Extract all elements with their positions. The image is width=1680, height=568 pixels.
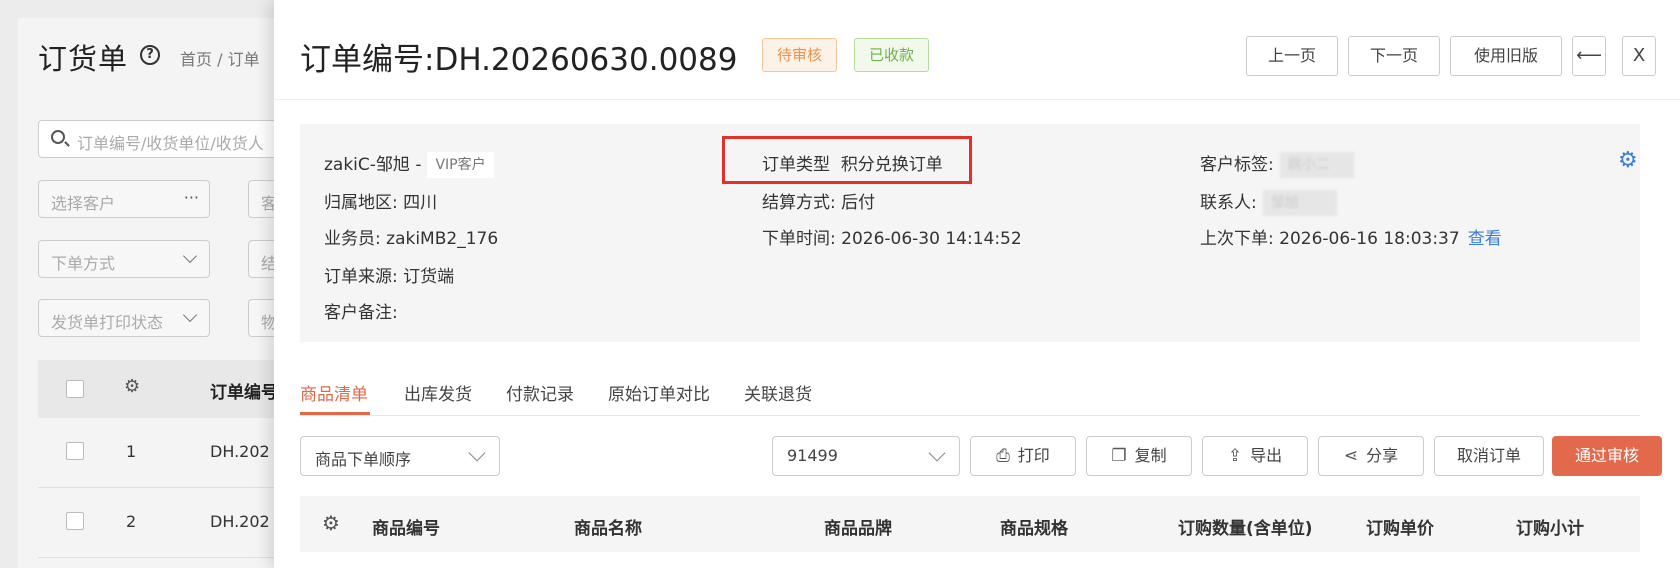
warehouse-select[interactable]: 91499: [772, 436, 960, 476]
use-old-version-button[interactable]: 使用旧版: [1450, 36, 1562, 76]
export-button[interactable]: ⇪ 导出: [1202, 436, 1308, 476]
cancel-order-button[interactable]: 取消订单: [1434, 436, 1544, 476]
table-row[interactable]: 1 DH.202: [38, 418, 298, 488]
chevron-down-icon: [182, 307, 198, 323]
print-button[interactable]: ⎙ 打印: [970, 436, 1076, 476]
collapse-icon[interactable]: ⟵: [1572, 36, 1606, 76]
copy-icon: ❐: [1111, 446, 1127, 466]
column-unit-price: 订购单价: [1366, 519, 1434, 539]
customer-level-badge: VIP客户: [427, 152, 494, 178]
next-page-button[interactable]: 下一页: [1348, 36, 1440, 76]
share-button[interactable]: ⋖ 分享: [1318, 436, 1424, 476]
printer-icon: ⎙: [996, 446, 1010, 466]
share-icon: ⋖: [1343, 446, 1359, 466]
table-header: ⚙ 订单编号: [38, 360, 298, 418]
close-icon[interactable]: X: [1622, 36, 1656, 76]
row-checkbox[interactable]: [66, 512, 84, 530]
gear-icon[interactable]: ⚙: [124, 376, 140, 397]
approve-button[interactable]: 通过审核: [1552, 436, 1662, 476]
chevron-down-icon: [928, 444, 946, 462]
customer-name: zakiC-邹旭 - VIP客户: [324, 150, 494, 178]
product-table-header: ⚙ 商品编号 商品名称 商品品牌 商品规格 订购数量(含单位) 订购单价 订购小…: [300, 496, 1640, 552]
row-checkbox[interactable]: [66, 442, 84, 460]
customer-tag-value: 跳小二: [1279, 152, 1354, 178]
table-row[interactable]: 2 DH.202: [38, 488, 298, 558]
column-subtotal: 订购小计: [1516, 519, 1584, 539]
row-index: 1: [126, 442, 137, 461]
contact-person: 联系人: 邹旭: [1200, 188, 1337, 216]
print-status-select[interactable]: 发货单打印状态: [38, 299, 210, 337]
settlement-method: 结算方式: 后付: [762, 193, 876, 213]
column-settings-gear-icon[interactable]: ⚙: [322, 511, 340, 535]
tab-outbound-shipping[interactable]: 出库发货: [404, 380, 472, 405]
column-product-brand: 商品品牌: [824, 519, 892, 539]
row-index: 2: [126, 512, 137, 531]
chevron-down-icon: [468, 444, 486, 462]
status-badge-pending: 待审核: [762, 38, 838, 72]
order-method-select[interactable]: 下单方式: [38, 240, 210, 278]
contact-person-value: 邹旭: [1262, 190, 1337, 216]
column-product-spec: 商品规格: [1000, 519, 1068, 539]
order-detail-drawer: 订单编号:DH.20260630.0089 待审核 已收款 上一页 下一页 使用…: [274, 0, 1680, 568]
status-badge-paid: 已收款: [854, 38, 930, 72]
search-icon: [51, 130, 65, 144]
prev-page-button[interactable]: 上一页: [1246, 36, 1338, 76]
row-order-no[interactable]: DH.202: [210, 512, 270, 531]
sort-order-select[interactable]: 商品下单顺序: [300, 436, 500, 476]
settings-gear-icon[interactable]: ⚙: [1618, 148, 1638, 173]
more-icon[interactable]: ···: [184, 188, 199, 207]
copy-button[interactable]: ❐ 复制: [1086, 436, 1192, 476]
column-product-code: 商品编号: [372, 519, 440, 539]
upload-icon: ⇪: [1227, 446, 1243, 466]
column-product-name: 商品名称: [574, 519, 642, 539]
column-order-quantity: 订购数量(含单位): [1178, 519, 1313, 539]
customer-select[interactable]: 选择客户 ···: [38, 180, 210, 218]
tab-related-returns[interactable]: 关联退货: [744, 380, 812, 405]
order-time: 下单时间: 2026-06-30 14:14:52: [762, 229, 1022, 249]
view-link[interactable]: 查看: [1468, 229, 1502, 249]
column-order-no: 订单编号: [210, 383, 278, 403]
customer-remark: 客户备注:: [324, 303, 398, 323]
help-icon[interactable]: ?: [140, 45, 160, 65]
drawer-header: 订单编号:DH.20260630.0089 待审核 已收款 上一页 下一页 使用…: [274, 0, 1680, 100]
tab-payment-records[interactable]: 付款记录: [506, 380, 574, 405]
page-title: 订货单: [38, 42, 129, 76]
active-tab-indicator: [300, 412, 370, 415]
salesperson: 业务员: zakiMB2_176: [324, 229, 499, 249]
breadcrumb[interactable]: 首页 / 订单: [180, 46, 260, 70]
tab-product-list[interactable]: 商品清单: [300, 380, 368, 405]
chevron-down-icon: [182, 248, 198, 264]
order-source: 订单来源: 订货端: [324, 267, 455, 287]
customer-tag: 客户标签: 跳小二: [1200, 150, 1354, 178]
region: 归属地区: 四川: [324, 193, 438, 213]
search-placeholder: 订单编号/收货单位/收货人: [77, 134, 264, 153]
last-order: 上次下单: 2026-06-16 18:03:37 查看: [1200, 229, 1502, 249]
row-order-no[interactable]: DH.202: [210, 442, 270, 461]
select-all-checkbox[interactable]: [66, 380, 84, 398]
search-input[interactable]: 订单编号/收货单位/收货人: [38, 120, 288, 158]
order-number-title: 订单编号:DH.20260630.0089: [300, 42, 738, 78]
detail-tabs: 商品清单 出库发货 付款记录 原始订单对比 关联退货: [300, 368, 1640, 416]
order-type-highlight: [722, 136, 972, 184]
tab-original-order-compare[interactable]: 原始订单对比: [608, 380, 710, 405]
